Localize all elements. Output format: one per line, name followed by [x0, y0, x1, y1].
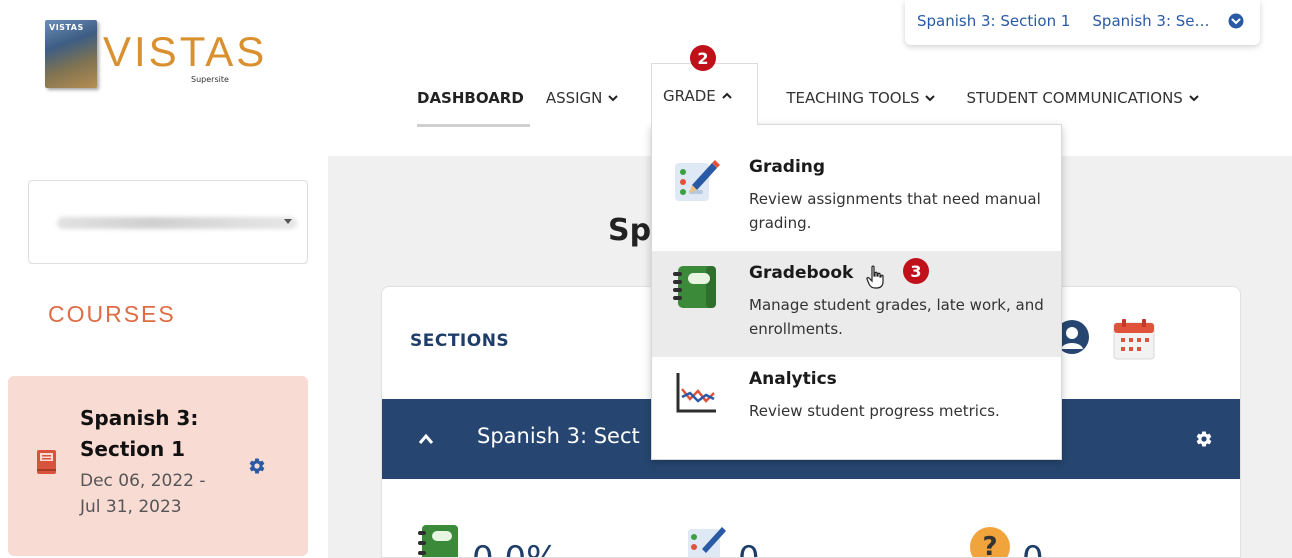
gear-icon[interactable] [248, 457, 266, 475]
nav-student-communications[interactable]: STUDENT COMMUNICATIONS [966, 89, 1199, 107]
chevron-down-icon [925, 95, 936, 102]
courses-heading: COURSES [48, 301, 176, 327]
textbook-cover-icon: VISTAS [45, 20, 97, 88]
stat-gradebook: 0.0% [418, 523, 558, 557]
menu-item-analytics[interactable]: Analytics Review student progress metric… [652, 357, 1061, 463]
gear-icon[interactable] [1195, 430, 1213, 448]
step-marker-3: 3 [903, 258, 929, 284]
step-marker-2: 2 [690, 45, 716, 71]
gradebook-notebook-icon [673, 266, 716, 308]
nav-dashboard-label: DASHBOARD [417, 89, 524, 107]
chevron-down-icon [1189, 95, 1199, 102]
book-cover-title: VISTAS [49, 23, 84, 32]
stat-grading-value: 0 [738, 539, 760, 557]
section-link-1[interactable]: Spanish 3: Section 1 [917, 12, 1070, 30]
stat-questions: ? 0 [968, 523, 1044, 558]
grade-dropdown-menu: Grading Review assignments that need man… [651, 124, 1062, 460]
logo-subtitle: Supersite [191, 75, 229, 84]
blurred-course-name [57, 217, 297, 229]
nav-grade-label: GRADE [663, 86, 716, 105]
gradebook-notebook-icon [418, 525, 458, 557]
menu-item-grading[interactable]: Grading Review assignments that need man… [652, 145, 1061, 251]
nav-dashboard[interactable]: DASHBOARD [417, 89, 524, 107]
stat-grading: 0 [684, 523, 760, 557]
vistas-logo[interactable]: VISTAS VISTAS Supersite [45, 20, 264, 90]
course-name[interactable]: Spanish 3: Section 1 [80, 403, 230, 465]
section-bar-title: Spanish 3: Sect [477, 424, 640, 448]
section-switcher: Spanish 3: Section 1 Spanish 3: Se… [905, 0, 1260, 45]
stat-gradebook-value: 0.0% [472, 539, 558, 557]
grading-checklist-icon [688, 527, 726, 557]
sections-label: SECTIONS [410, 331, 510, 351]
grading-checklist-icon [675, 160, 720, 201]
question-icon: ? [970, 527, 1010, 558]
menu-item-analytics-title: Analytics [749, 369, 837, 389]
chevron-down-icon [608, 95, 619, 102]
menu-item-gradebook[interactable]: Gradebook Manage student grades, late wo… [652, 251, 1061, 357]
svg-text:?: ? [982, 532, 997, 558]
nav-student-communications-label: STUDENT COMMUNICATIONS [966, 89, 1183, 107]
chevron-up-icon [722, 92, 732, 99]
chevron-down-circle-icon[interactable] [1228, 13, 1244, 29]
course-select[interactable] [28, 180, 308, 264]
nav-grade[interactable]: GRADE [651, 63, 758, 125]
active-tab-underline [417, 124, 530, 127]
menu-item-grading-desc: Review assignments that need manual grad… [749, 190, 1041, 232]
menu-item-gradebook-desc: Manage student grades, late work, and en… [749, 296, 1044, 338]
book-icon [37, 450, 56, 474]
stat-questions-value: 0 [1022, 539, 1044, 557]
logo-text: VISTAS [103, 28, 268, 75]
course-dates: Dec 06, 2022 - Jul 31, 2023 [80, 471, 206, 517]
nav-assign[interactable]: ASSIGN [546, 89, 620, 107]
nav-teaching-tools-label: TEACHING TOOLS [786, 89, 920, 107]
menu-item-gradebook-title: Gradebook [749, 263, 854, 283]
nav-assign-label: ASSIGN [545, 89, 603, 107]
chevron-up-icon[interactable] [418, 433, 434, 445]
hand-pointer-cursor-icon [866, 265, 884, 289]
course-card[interactable]: Spanish 3: Section 1 Dec 06, 2022 - Jul … [8, 376, 308, 556]
top-nav: DASHBOARD ASSIGN TEACHING TOOLS STUDENT … [417, 86, 1200, 110]
analytics-chart-icon [676, 373, 716, 413]
caret-down-icon [284, 219, 292, 224]
calendar-icon[interactable] [1112, 317, 1156, 361]
section-link-2[interactable]: Spanish 3: Se… [1092, 12, 1209, 30]
menu-item-grading-title: Grading [749, 157, 826, 177]
menu-item-analytics-desc: Review student progress metrics. [749, 402, 1000, 420]
nav-teaching-tools[interactable]: TEACHING TOOLS [786, 89, 936, 107]
